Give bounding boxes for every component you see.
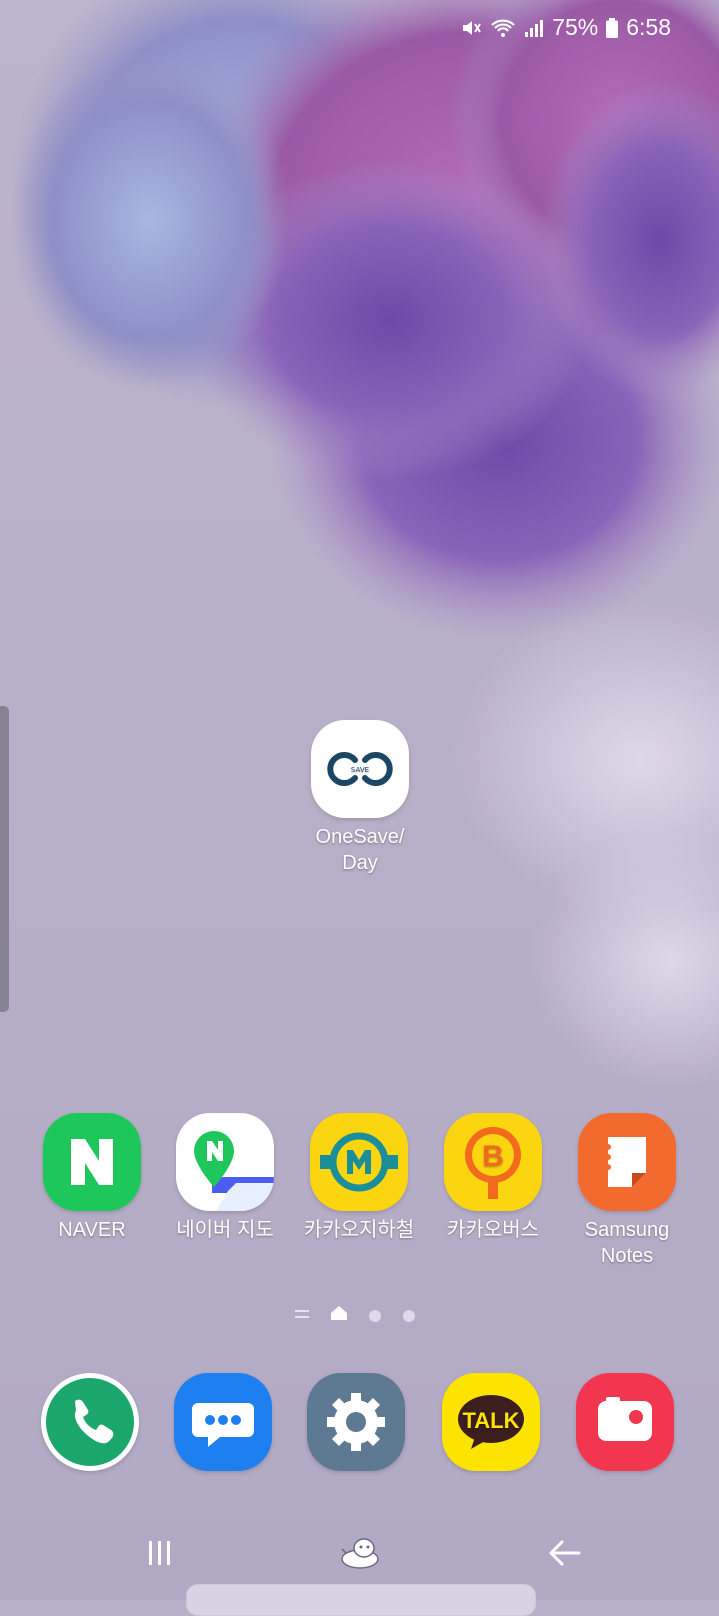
app-label: 네이버 지도 [176,1219,274,1241]
navigation-bar [0,1530,719,1580]
home-page-icon [331,1306,347,1325]
kakaotalk-icon: TALK [442,1373,540,1471]
home-button[interactable] [320,1530,400,1580]
app-naver[interactable]: NAVER [27,1113,157,1243]
naver-icon [43,1113,141,1211]
app-samsung-notes[interactable]: Samsung Notes [562,1113,692,1269]
mute-icon [460,17,482,39]
app-kakao-bus[interactable]: B 카카오버스 [428,1113,558,1243]
app-naver-map[interactable]: 네이버 지도 [160,1113,290,1243]
app-label: NAVER [58,1219,126,1241]
naver-map-icon [176,1113,274,1211]
app-label: OneSave/ Day [315,826,405,874]
page-dot [369,1309,381,1322]
onesave-icon: SAVE [311,720,409,818]
clock: 6:58 [626,14,671,40]
wifi-icon [490,17,516,39]
app-label: Samsung Notes [584,1219,670,1267]
edge-panel-handle[interactable] [0,706,9,1012]
app-label: 카카오버스 [447,1219,539,1241]
dock-phone[interactable] [25,1373,155,1477]
dock-camera[interactable] [560,1373,690,1477]
samsung-notes-icon [578,1113,676,1211]
app-label: 카카오지하철 [303,1219,415,1241]
gesture-handle[interactable] [186,1584,536,1616]
page-list-icon [295,1307,309,1325]
app-kakao-metro[interactable]: 카카오지하철 [294,1113,424,1243]
back-button[interactable] [525,1530,605,1580]
phone-icon [41,1373,139,1471]
page-dot [403,1309,415,1322]
svg-text:SAVE: SAVE [351,766,369,774]
settings-icon [307,1373,405,1471]
kakao-bus-icon: B [444,1113,542,1211]
kakao-metro-icon [310,1113,408,1211]
status-bar: 75% 6:58 [460,14,671,41]
dock-kakaotalk[interactable]: TALK [426,1373,556,1477]
dock-settings[interactable] [291,1373,421,1477]
home-character-icon [338,1535,382,1576]
signal-icon [524,17,544,39]
recents-button[interactable] [120,1530,200,1580]
dock-messages[interactable] [158,1373,288,1477]
back-arrow-icon [549,1539,581,1572]
messages-icon [174,1373,272,1471]
app-onesave[interactable]: SAVE OneSave/ Day [295,720,425,876]
camera-icon [576,1373,674,1471]
battery-percent: 75% [552,14,599,40]
battery-icon [606,17,619,38]
kakaotalk-label: TALK [462,1408,519,1433]
page-indicator[interactable] [295,1306,415,1325]
recents-icon [146,1539,174,1572]
svg-text:B: B [482,1140,504,1173]
